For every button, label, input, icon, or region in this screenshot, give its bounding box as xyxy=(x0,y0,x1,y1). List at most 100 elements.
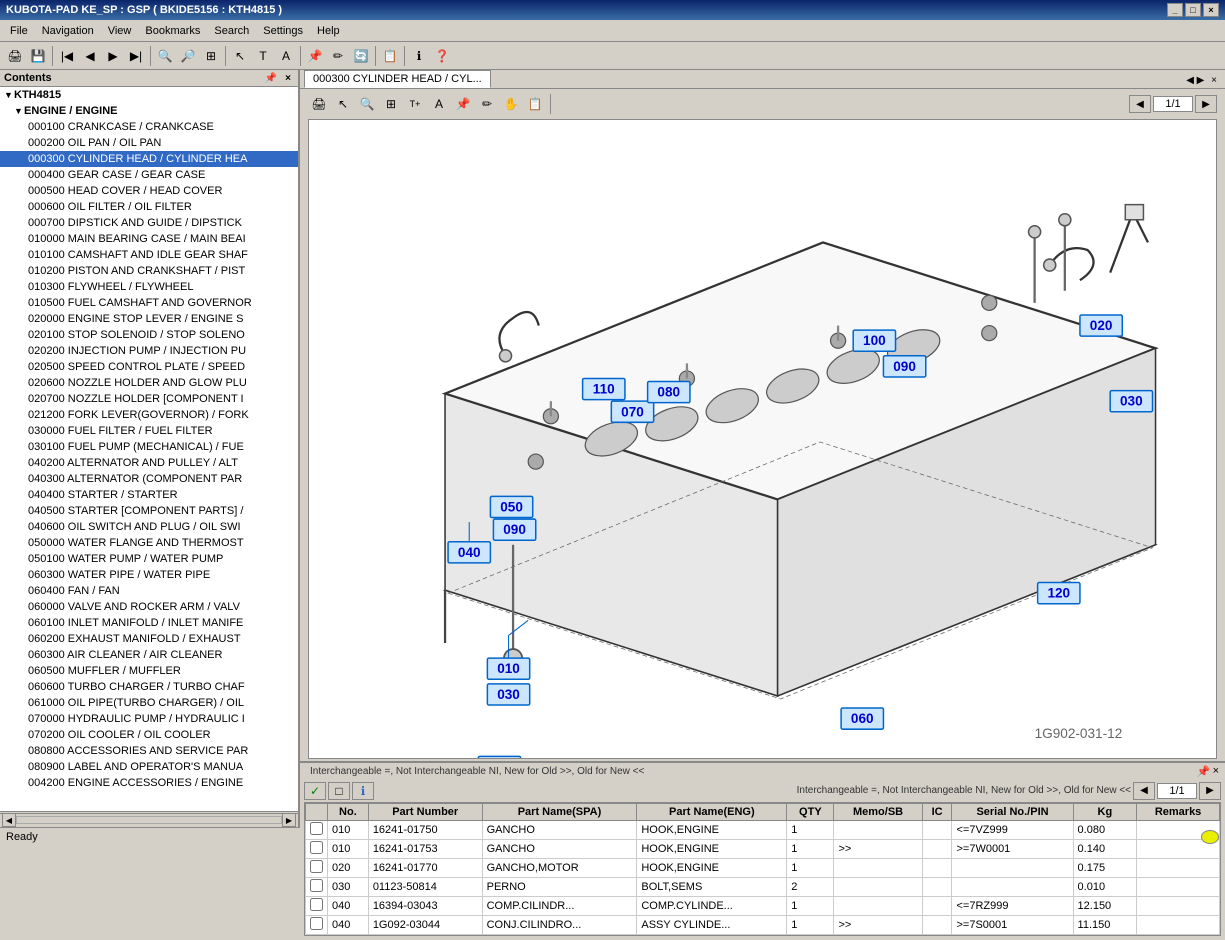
tree-item-010500[interactable]: 010500 FUEL CAMSHAFT AND GOVERNOR xyxy=(0,295,298,311)
toolbar-help[interactable]: ❓ xyxy=(431,45,453,67)
tree-item-010000[interactable]: 010000 MAIN BEARING CASE / MAIN BEAI xyxy=(0,231,298,247)
tree-item-060300[interactable]: 060300 WATER PIPE / WATER PIPE xyxy=(0,567,298,583)
minimize-button[interactable]: _ xyxy=(1167,3,1183,17)
table-row[interactable]: 040 1G092-03044 CONJ.CILINDRO... ASSY CY… xyxy=(306,915,1220,934)
tab-nav-right[interactable]: ▶ xyxy=(1197,75,1205,86)
toolbar-annotate[interactable]: A xyxy=(275,45,297,67)
toolbar-first[interactable]: |◀ xyxy=(56,45,78,67)
tree-item-020000[interactable]: 020000 ENGINE STOP LEVER / ENGINE S xyxy=(0,311,298,327)
tree-item-000700[interactable]: 000700 DIPSTICK AND GUIDE / DIPSTICK xyxy=(0,215,298,231)
toolbar-fit[interactable]: ⊞ xyxy=(200,45,222,67)
tree-item-000500[interactable]: 000500 HEAD COVER / HEAD COVER xyxy=(0,183,298,199)
tree-item-060400[interactable]: 060400 FAN / FAN xyxy=(0,583,298,599)
tree-item-070200[interactable]: 070200 OIL COOLER / OIL COOLER xyxy=(0,727,298,743)
tree-item-000600[interactable]: 000600 OIL FILTER / OIL FILTER xyxy=(0,199,298,215)
toolbar-info[interactable]: ℹ xyxy=(408,45,430,67)
tree-item-020100[interactable]: 020100 STOP SOLENOID / STOP SOLENO xyxy=(0,327,298,343)
bottom-close-button[interactable]: × xyxy=(1213,765,1219,777)
tab-nav-left[interactable]: ◀ xyxy=(1186,75,1194,86)
diagram-print-button[interactable]: 🖨 xyxy=(308,93,330,115)
tree-item-000100[interactable]: 000100 CRANKCASE / CRANKCASE xyxy=(0,119,298,135)
tab-cylinder-head[interactable]: 000300 CYLINDER HEAD / CYL... xyxy=(304,70,491,88)
tree-item-engine[interactable]: ▼ENGINE / ENGINE xyxy=(0,103,298,119)
maximize-button[interactable]: □ xyxy=(1185,3,1201,17)
tree-item-040500[interactable]: 040500 STARTER [COMPONENT PARTS] / xyxy=(0,503,298,519)
tree-item-020700[interactable]: 020700 NOZZLE HOLDER [COMPONENT I xyxy=(0,391,298,407)
menu-search[interactable]: Search xyxy=(208,23,255,39)
diagram-fit-button[interactable]: ⊞ xyxy=(380,93,402,115)
tree-item-040200[interactable]: 040200 ALTERNATOR AND PULLEY / ALT xyxy=(0,455,298,471)
diagram-copy-button[interactable]: 📋 xyxy=(524,93,546,115)
menu-bookmarks[interactable]: Bookmarks xyxy=(139,23,206,39)
contents-pin-button[interactable]: 📌 xyxy=(262,73,280,84)
tree-item-040300[interactable]: 040300 ALTERNATOR (COMPONENT PAR xyxy=(0,471,298,487)
toolbar-bookmark[interactable]: 📌 xyxy=(304,45,326,67)
tree-container[interactable]: ▼KTH4815▼ENGINE / ENGINE000100 CRANKCASE… xyxy=(0,87,298,811)
tree-item-010300[interactable]: 010300 FLYWHEEL / FLYWHEEL xyxy=(0,279,298,295)
diagram-text-button[interactable]: A xyxy=(428,93,450,115)
tree-item-080900[interactable]: 080900 LABEL AND OPERATOR'S MANUA xyxy=(0,759,298,775)
tree-item-040400[interactable]: 040400 STARTER / STARTER xyxy=(0,487,298,503)
close-window-button[interactable]: × xyxy=(1203,3,1219,17)
toolbar-select[interactable]: ↖ xyxy=(229,45,251,67)
tree-item-060500[interactable]: 060500 MUFFLER / MUFFLER xyxy=(0,663,298,679)
row-checkbox[interactable] xyxy=(310,917,323,930)
parts-clear-button[interactable]: □ xyxy=(328,782,350,800)
tree-item-050000[interactable]: 050000 WATER FLANGE AND THERMOST xyxy=(0,535,298,551)
tree-item-021200[interactable]: 021200 FORK LEVER(GOVERNOR) / FORK xyxy=(0,407,298,423)
toolbar-last[interactable]: ▶| xyxy=(125,45,147,67)
toolbar-prev[interactable]: ◀ xyxy=(79,45,101,67)
row-checkbox[interactable] xyxy=(310,879,323,892)
toolbar-zoom-out[interactable]: 🔎 xyxy=(177,45,199,67)
diagram-bookmark-button[interactable]: 📌 xyxy=(452,93,474,115)
row-checkbox[interactable] xyxy=(310,822,323,835)
tree-item-010200[interactable]: 010200 PISTON AND CRANKSHAFT / PIST xyxy=(0,263,298,279)
toolbar-save[interactable]: 💾 xyxy=(27,45,49,67)
tree-item-061000[interactable]: 061000 OIL PIPE(TURBO CHARGER) / OIL xyxy=(0,695,298,711)
tree-item-000300[interactable]: 000300 CYLINDER HEAD / CYLINDER HEA xyxy=(0,151,298,167)
menu-navigation[interactable]: Navigation xyxy=(36,23,100,39)
diagram-marker-button[interactable]: ✏ xyxy=(476,93,498,115)
parts-table-container[interactable]: No. Part Number Part Name(SPA) Part Name… xyxy=(304,802,1221,936)
parts-prev-page[interactable]: ◀ xyxy=(1133,782,1155,800)
tree-item-080800[interactable]: 080800 ACCESSORIES AND SERVICE PAR xyxy=(0,743,298,759)
tree-item-060100[interactable]: 060100 INLET MANIFOLD / INLET MANIFE xyxy=(0,615,298,631)
bottom-pin-button[interactable]: 📌 xyxy=(1197,765,1211,778)
tree-item-060600[interactable]: 060600 TURBO CHARGER / TURBO CHAF xyxy=(0,679,298,695)
row-checkbox[interactable] xyxy=(310,898,323,911)
table-row[interactable]: 020 16241-01770 GANCHO,MOTOR HOOK,ENGINE… xyxy=(306,858,1220,877)
diagram-prev-page[interactable]: ◀ xyxy=(1129,95,1151,113)
diagram-zoom-in-button[interactable]: T+ xyxy=(404,93,426,115)
row-checkbox[interactable] xyxy=(310,860,323,873)
tree-item-020600[interactable]: 020600 NOZZLE HOLDER AND GLOW PLU xyxy=(0,375,298,391)
toolbar-copy[interactable]: 📋 xyxy=(379,45,401,67)
scroll-left-button[interactable]: ◀ xyxy=(2,813,16,827)
tree-item-030000[interactable]: 030000 FUEL FILTER / FUEL FILTER xyxy=(0,423,298,439)
diagram-move-button[interactable]: ✋ xyxy=(500,93,522,115)
menu-file[interactable]: File xyxy=(4,23,34,39)
toolbar-next[interactable]: ▶ xyxy=(102,45,124,67)
tree-item-060000[interactable]: 060000 VALVE AND ROCKER ARM / VALV xyxy=(0,599,298,615)
tree-item-004200[interactable]: 004200 ENGINE ACCESSORIES / ENGINE xyxy=(0,775,298,791)
tree-item-010100[interactable]: 010100 CAMSHAFT AND IDLE GEAR SHAF xyxy=(0,247,298,263)
diagram-next-page[interactable]: ▶ xyxy=(1195,95,1217,113)
contents-close-button[interactable]: × xyxy=(282,73,294,84)
toolbar-refresh[interactable]: 🔄 xyxy=(350,45,372,67)
tree-item-000200[interactable]: 000200 OIL PAN / OIL PAN xyxy=(0,135,298,151)
parts-accept-button[interactable]: ✓ xyxy=(304,782,326,800)
menu-settings[interactable]: Settings xyxy=(257,23,309,39)
toolbar-zoom-in[interactable]: 🔍 xyxy=(154,45,176,67)
table-row[interactable]: 010 16241-01750 GANCHO HOOK,ENGINE 1 <=7… xyxy=(306,820,1220,839)
toolbar-print[interactable]: 🖨 xyxy=(4,45,26,67)
table-row[interactable]: 010 16241-01753 GANCHO HOOK,ENGINE 1 >> … xyxy=(306,839,1220,858)
tree-item-030100[interactable]: 030100 FUEL PUMP (MECHANICAL) / FUE xyxy=(0,439,298,455)
menu-help[interactable]: Help xyxy=(311,23,346,39)
parts-info-button[interactable]: ℹ xyxy=(352,782,374,800)
tree-item-020500[interactable]: 020500 SPEED CONTROL PLATE / SPEED xyxy=(0,359,298,375)
diagram-select-button[interactable]: ↖ xyxy=(332,93,354,115)
toolbar-edit[interactable]: ✏ xyxy=(327,45,349,67)
tree-item-060300b[interactable]: 060300 AIR CLEANER / AIR CLEANER xyxy=(0,647,298,663)
table-row[interactable]: 030 01123-50814 PERNO BOLT,SEMS 2 0.010 xyxy=(306,877,1220,896)
tree-item-020200[interactable]: 020200 INJECTION PUMP / INJECTION PU xyxy=(0,343,298,359)
horizontal-scrollbar[interactable]: ◀ ▶ xyxy=(0,811,298,827)
